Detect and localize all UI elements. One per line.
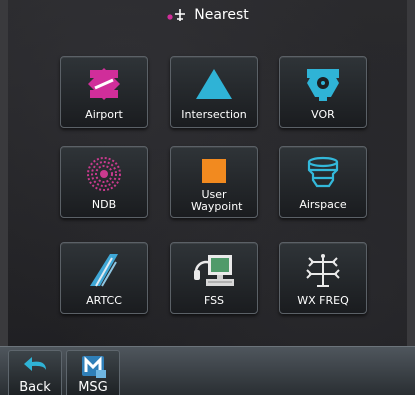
airport-icon bbox=[82, 66, 126, 102]
title-bar: Nearest bbox=[0, 0, 415, 30]
user-waypoint-icon bbox=[192, 153, 236, 189]
airport-button[interactable]: Airport bbox=[60, 56, 148, 128]
airspace-button[interactable]: Airspace bbox=[279, 146, 367, 218]
back-label: Back bbox=[19, 380, 51, 395]
fss-icon bbox=[192, 252, 236, 288]
left-bezel bbox=[0, 0, 8, 394]
msg-label: MSG bbox=[78, 380, 108, 395]
wx-freq-icon bbox=[301, 252, 345, 288]
back-arrow-icon bbox=[24, 357, 46, 371]
user-waypoint-label: User Waypoint bbox=[171, 189, 257, 213]
ndb-button[interactable]: NDB bbox=[60, 146, 148, 218]
airport-label: Airport bbox=[85, 108, 123, 121]
user-waypoint-label-text: User Waypoint bbox=[191, 188, 243, 213]
page-title: Nearest bbox=[194, 7, 249, 23]
msg-button[interactable]: MSG bbox=[66, 350, 120, 395]
vor-button[interactable]: VOR bbox=[279, 56, 367, 128]
right-bezel bbox=[407, 0, 415, 394]
ndb-icon bbox=[82, 156, 126, 192]
artcc-icon bbox=[82, 252, 126, 288]
nearest-icon bbox=[167, 9, 186, 21]
softkey-bar bbox=[0, 346, 415, 395]
vor-icon bbox=[301, 66, 345, 102]
intersection-icon bbox=[192, 66, 236, 102]
airspace-label: Airspace bbox=[299, 198, 347, 211]
intersection-label: Intersection bbox=[181, 108, 247, 121]
fss-button[interactable]: FSS bbox=[170, 242, 258, 314]
msg-icon bbox=[82, 356, 106, 378]
wx-freq-label: WX FREQ bbox=[297, 294, 349, 307]
back-button[interactable]: Back bbox=[8, 350, 62, 395]
artcc-label: ARTCC bbox=[86, 294, 122, 307]
airspace-icon bbox=[301, 156, 345, 192]
wx-freq-button[interactable]: WX FREQ bbox=[279, 242, 367, 314]
fss-label: FSS bbox=[203, 294, 225, 307]
artcc-button[interactable]: ARTCC bbox=[60, 242, 148, 314]
intersection-button[interactable]: Intersection bbox=[170, 56, 258, 128]
user-waypoint-button[interactable]: User Waypoint bbox=[170, 146, 258, 218]
ndb-label: NDB bbox=[91, 198, 117, 211]
vor-label: VOR bbox=[311, 108, 335, 121]
